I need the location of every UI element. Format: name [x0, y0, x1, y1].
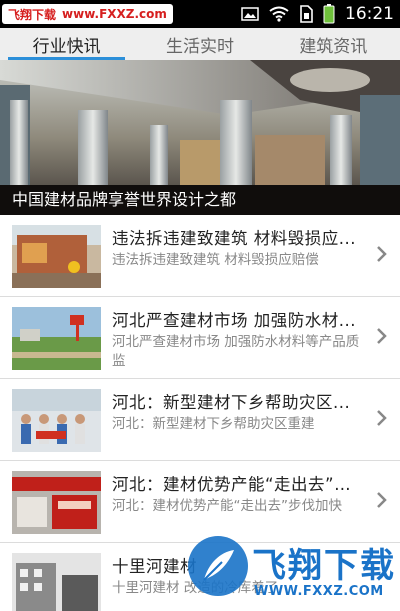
list-item[interactable]: 河北：新型建材下乡帮助灾区... 河北：新型建材下乡帮助灾区重建 — [0, 379, 400, 461]
news-title: 河北：建材优势产能“走出去”步... — [112, 475, 364, 494]
chevron-right-icon — [377, 328, 387, 344]
wifi-icon — [269, 6, 289, 22]
watermark-url: WWW.FXXZ.COM — [254, 584, 384, 599]
news-summary: 违法拆违建致建筑 材料毁损应赔偿 — [112, 252, 319, 268]
news-title: 河北严查建材市场 加强防水材... — [112, 311, 356, 330]
tab-life-realtime[interactable]: 生活实时 — [133, 28, 266, 60]
status-icons: 16:21 — [241, 3, 394, 25]
watermark-logo: 飞翔下载 WWW.FXXZ.COM — [188, 534, 400, 611]
news-thumbnail — [12, 471, 101, 534]
chevron-right-icon — [377, 246, 387, 262]
watermark-circle — [188, 536, 248, 596]
image-icon — [241, 7, 259, 21]
battery-icon — [323, 4, 335, 24]
list-item[interactable]: 河北严查建材市场 加强防水材... 河北严查建材市场 加强防水材料等产品质监 — [0, 297, 400, 379]
featured-banner[interactable]: 中国建材品牌享誉世界设计之都 — [0, 60, 400, 215]
chevron-right-icon — [377, 410, 387, 426]
watermark-url: www.FXXZ.com — [62, 7, 167, 21]
tab-industry-news[interactable]: 行业快讯 — [0, 28, 133, 60]
tab-bar: 行业快讯 生活实时 建筑资讯 — [0, 28, 400, 60]
news-summary: 河北：新型建材下乡帮助灾区重建 — [112, 416, 315, 432]
chevron-right-icon — [377, 492, 387, 508]
news-summary: 河北严查建材市场 加强防水材料等产品质监 — [112, 334, 360, 369]
watermark-badge: 飞翔下载 www.FXXZ.com — [2, 4, 173, 24]
tab-construction-info[interactable]: 建筑资讯 — [267, 28, 400, 60]
news-title: 河北：新型建材下乡帮助灾区... — [112, 393, 351, 412]
status-bar: 飞翔下载 www.FXXZ.com 16:21 — [0, 0, 400, 28]
news-summary: 河北：建材优势产能“走出去”步伐加快 — [112, 498, 342, 514]
watermark-text: 飞翔下载 — [8, 7, 57, 22]
clock: 16:21 — [345, 4, 394, 24]
news-thumbnail — [12, 307, 101, 370]
sim-icon — [300, 5, 313, 23]
list-item[interactable]: 河北：建材优势产能“走出去”步... 河北：建材优势产能“走出去”步伐加快 — [0, 461, 400, 543]
list-item[interactable]: 违法拆违建致建筑 材料毁损应... 违法拆违建致建筑 材料毁损应赔偿 — [0, 215, 400, 297]
news-thumbnail — [12, 389, 101, 452]
feather-icon — [203, 550, 234, 581]
banner-caption: 中国建材品牌享誉世界设计之都 — [0, 185, 400, 215]
news-title: 违法拆违建致建筑 材料毁损应... — [112, 229, 356, 248]
watermark-title: 飞翔下载 — [252, 546, 396, 586]
news-thumbnail — [12, 225, 101, 288]
news-thumbnail — [12, 553, 101, 611]
